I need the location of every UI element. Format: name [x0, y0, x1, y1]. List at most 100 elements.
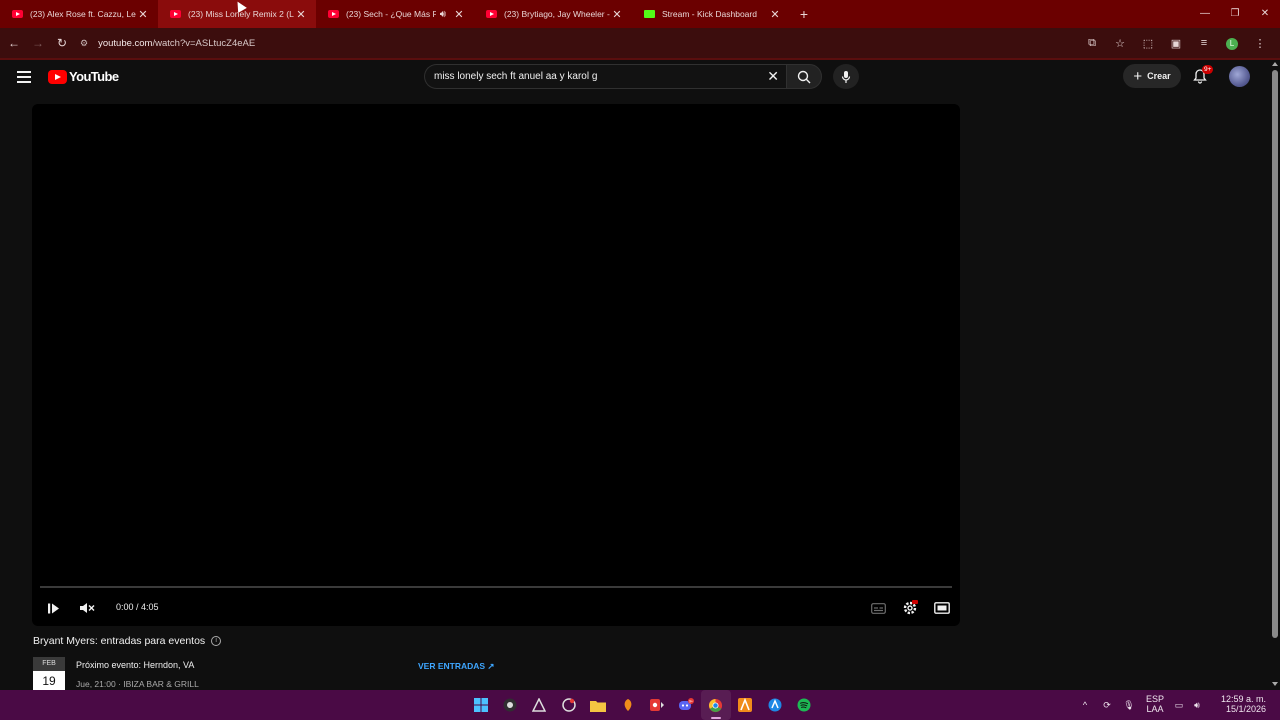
taskbar-app-active[interactable]: [701, 690, 731, 720]
network-icon[interactable]: ▭: [1170, 700, 1188, 711]
subtitles-icon: [870, 602, 886, 614]
tab-title: Stream - Kick Dashboard: [662, 9, 757, 19]
close-tab-icon[interactable]: ✕: [136, 8, 150, 21]
youtube-logo[interactable]: YouTube: [48, 69, 119, 84]
fl-studio-icon: [624, 699, 632, 711]
back-icon[interactable]: ←: [2, 36, 26, 50]
search-query-text[interactable]: miss lonely sech ft anuel aa y karol g: [434, 71, 597, 82]
taskbar-app[interactable]: [495, 690, 524, 720]
close-tab-icon[interactable]: ✕: [768, 8, 782, 21]
close-window-icon[interactable]: ✕: [1250, 0, 1280, 28]
play-pause-icon: [47, 603, 59, 613]
browser-toolbar: ← → ↻ ⚙ youtube.com/watch?v=ASLtucZ4eAE …: [0, 28, 1280, 58]
search-button[interactable]: [786, 64, 822, 89]
windows-taskbar: 9+ ^ ⟳ 🎙︎ ESP LAA ▭ 🔊︎ 12:59 a. m. 15/1/20…: [0, 690, 1280, 720]
close-tab-icon[interactable]: ✕: [610, 8, 624, 21]
language-indicator[interactable]: ESP LAA: [1140, 695, 1170, 715]
record-app-icon: [650, 699, 665, 711]
progress-bar[interactable]: [40, 586, 952, 588]
scrollbar-thumb[interactable]: [1272, 70, 1278, 638]
windows-logo-icon: [473, 698, 488, 712]
info-icon[interactable]: i: [211, 636, 222, 646]
event-day: 19: [33, 671, 65, 690]
mute-button[interactable]: [78, 600, 96, 616]
window-controls: — ❐ ✕: [1190, 0, 1280, 28]
side-panel-icon[interactable]: ▣: [1162, 37, 1190, 50]
page-scrollbar[interactable]: [1270, 60, 1280, 690]
profile-avatar: L: [1226, 37, 1238, 50]
notification-count-badge: 9+: [1202, 65, 1214, 74]
kebab-menu-icon[interactable]: ⋮: [1246, 37, 1274, 50]
tab-title: (23) Brytiago, Jay Wheeler - Do: [504, 9, 610, 19]
browser-tab-strip: (23) Alex Rose ft. Cazzu, Lenny ✕ (23) M…: [0, 0, 1280, 28]
volume-icon[interactable]: 🔊︎: [1188, 700, 1206, 711]
start-button[interactable]: [466, 690, 495, 720]
reload-icon[interactable]: ↻: [50, 36, 74, 50]
taskbar-app[interactable]: 9+: [672, 690, 701, 720]
address-bar[interactable]: ⚙ youtube.com/watch?v=ASLtucZ4eAE: [80, 31, 1040, 55]
sync-icon[interactable]: ⟳: [1096, 700, 1118, 711]
install-app-icon[interactable]: ⧉: [1078, 37, 1106, 50]
theater-mode-button[interactable]: [933, 600, 951, 616]
taskbar-app[interactable]: [554, 690, 583, 720]
play-button[interactable]: [45, 600, 61, 616]
taskbar-app[interactable]: [789, 690, 818, 720]
taskbar-app[interactable]: [613, 690, 642, 720]
taskbar-app[interactable]: [525, 690, 554, 720]
site-info-icon[interactable]: ⚙: [80, 38, 88, 49]
video-player[interactable]: 0:00 / 4:05: [32, 104, 960, 626]
clear-search-icon[interactable]: ✕: [767, 68, 779, 85]
search-icon: [797, 70, 811, 83]
chevron-up-icon[interactable]: ^: [1074, 700, 1096, 710]
event-month: FEB: [33, 657, 65, 671]
gear-icon: [903, 600, 918, 615]
bookmark-star-icon[interactable]: ☆: [1106, 37, 1134, 50]
browser-tab[interactable]: (23) Sech - ¿Que Más Pues? 🔊︎ ✕: [316, 0, 474, 28]
youtube-favicon-icon: [328, 10, 339, 18]
chrome-icon: [709, 698, 723, 712]
media-control-icon[interactable]: ≡: [1190, 37, 1218, 49]
speaker-icon[interactable]: 🔊︎: [440, 9, 446, 20]
profile-button[interactable]: L: [1218, 37, 1246, 50]
theater-mode-icon: [934, 602, 950, 614]
scroll-down-icon[interactable]: [1272, 682, 1278, 686]
event-meta: Jue, 21:00 · IBIZA BAR & GRILL: [76, 679, 199, 689]
restore-icon[interactable]: ❐: [1220, 0, 1250, 28]
taskbar-app[interactable]: [642, 690, 671, 720]
settings-button[interactable]: [901, 600, 919, 616]
logo-wordmark: YouTube: [69, 69, 119, 84]
subtitles-button[interactable]: [869, 600, 887, 616]
browser-tab[interactable]: (23) Alex Rose ft. Cazzu, Lenny ✕: [0, 0, 158, 28]
obs-icon: [503, 698, 517, 712]
create-label: Crear: [1147, 71, 1171, 81]
notifications-button[interactable]: 9+: [1192, 65, 1214, 86]
microphone-tray-icon[interactable]: 🎙︎: [1118, 700, 1140, 711]
folder-icon: [590, 700, 607, 712]
tab-title: (23) Sech - ¿Que Más Pues?: [346, 9, 436, 19]
close-tab-icon[interactable]: ✕: [294, 8, 308, 21]
kick-favicon-icon: [644, 10, 655, 18]
extensions-icon[interactable]: ⬚: [1134, 37, 1162, 50]
voice-search-button[interactable]: [833, 64, 859, 89]
url-text[interactable]: youtube.com/watch?v=ASLtucZ4eAE: [98, 38, 255, 49]
youtube-favicon-icon: [170, 10, 181, 18]
new-tab-button[interactable]: +: [790, 6, 818, 22]
taskbar-app[interactable]: [584, 690, 613, 720]
account-avatar[interactable]: [1229, 66, 1250, 87]
hamburger-menu-icon[interactable]: [17, 71, 31, 86]
browser-tab[interactable]: Stream - Kick Dashboard ✕: [632, 0, 790, 28]
minimize-icon[interactable]: —: [1190, 0, 1220, 28]
close-tab-icon[interactable]: ✕: [452, 8, 466, 21]
microphone-icon: [841, 70, 851, 83]
forward-icon[interactable]: →: [26, 36, 50, 50]
blue-app-icon: [768, 698, 782, 712]
event-date-badge: FEB 19: [33, 657, 65, 690]
view-tickets-link[interactable]: VER ENTRADAS ↗: [418, 661, 495, 672]
clock[interactable]: 12:59 a. m. 15/1/2026: [1206, 695, 1266, 715]
search-input[interactable]: miss lonely sech ft anuel aa y karol g ✕: [424, 64, 787, 89]
scroll-up-icon[interactable]: [1272, 62, 1278, 66]
taskbar-app[interactable]: [760, 690, 789, 720]
taskbar-app[interactable]: [731, 690, 760, 720]
browser-tab[interactable]: (23) Brytiago, Jay Wheeler - Do ✕: [474, 0, 632, 28]
create-button[interactable]: + Crear: [1123, 64, 1181, 88]
